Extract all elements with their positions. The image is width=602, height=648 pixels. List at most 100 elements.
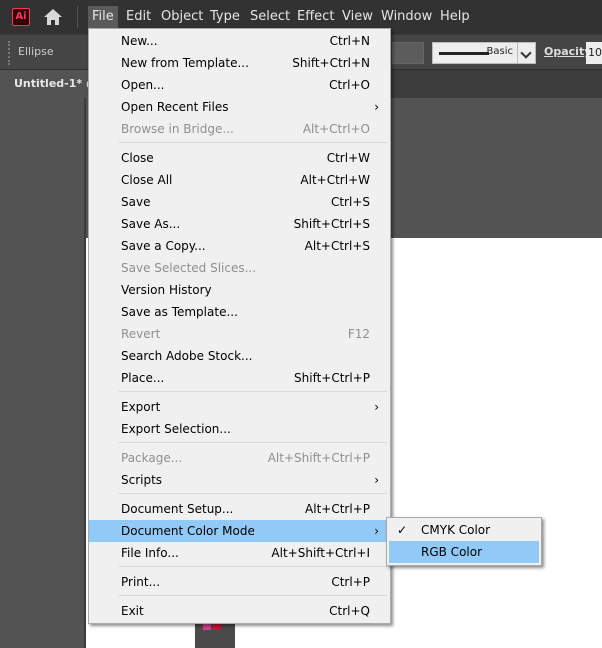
menu-item-shortcut: F12 (347, 327, 370, 341)
menu-item-close-all[interactable]: Close All Alt+Ctrl+W (89, 169, 390, 191)
menu-item-label: File Info... (121, 546, 179, 560)
menu-item-search-adobe-stock[interactable]: Search Adobe Stock... (89, 345, 390, 367)
menu-item-shortcut: Alt+Ctrl+P (305, 502, 370, 516)
menu-item-label: Version History (121, 283, 212, 297)
menu-item-label: Save As... (121, 217, 181, 231)
menu-item-browse-in-bridge[interactable]: Browse in Bridge... Alt+Ctrl+O (89, 118, 390, 140)
file-menu-dropdown: New... Ctrl+N New from Template... Shift+Ct… (88, 28, 391, 624)
menu-select[interactable]: Select (246, 6, 294, 28)
menu-item-open-recent-files[interactable]: Open Recent Files › (89, 96, 390, 118)
menu-item-shortcut: Alt+Shift+Ctrl+P (267, 451, 370, 465)
menu-item-save-as[interactable]: Save As... Shift+Ctrl+S (89, 213, 390, 235)
menu-item-file-info[interactable]: File Info... Alt+Shift+Ctrl+I (89, 542, 390, 564)
menubar-divider (77, 6, 78, 28)
color-mode-submenu: ✓ CMYK Color RGB Color (386, 517, 542, 566)
menu-item-shortcut: Alt+Ctrl+O (302, 122, 370, 136)
menu-object[interactable]: Object (157, 6, 207, 28)
menu-item-new-from-template[interactable]: New from Template... Shift+Ctrl+N (89, 52, 390, 74)
menu-item-export-selection[interactable]: Export Selection... (89, 418, 390, 440)
menu-item-shortcut: Shift+Ctrl+N (292, 56, 370, 70)
menu-item-label: Document Setup... (121, 502, 234, 516)
menu-window[interactable]: Window (377, 6, 436, 28)
menu-separator (119, 566, 387, 567)
menu-item-shortcut: Ctrl+O (329, 78, 370, 92)
menu-item-label: Open... (121, 78, 165, 92)
menu-item-label: Save as Template... (121, 305, 238, 319)
menu-item-label: Document Color Mode (121, 524, 255, 538)
menu-item-label: Package... (121, 451, 183, 465)
menu-separator (119, 442, 387, 443)
menu-item-export[interactable]: Export › (89, 396, 390, 418)
menu-item-label: Exit (121, 604, 144, 618)
menu-item-label: Save (121, 195, 151, 209)
menu-item-label: Export (121, 400, 161, 414)
menu-item-open[interactable]: Open... Ctrl+O (89, 74, 390, 96)
menu-item-shortcut: Alt+Ctrl+W (300, 173, 370, 187)
menu-item-close[interactable]: Close Ctrl+W (89, 147, 390, 169)
menu-effect[interactable]: Effect (293, 6, 338, 28)
menu-edit[interactable]: Edit (122, 6, 155, 28)
menu-item-label: Close All (121, 173, 173, 187)
chevron-right-icon: › (374, 100, 379, 114)
menu-item-label: Scripts (121, 473, 163, 487)
menu-item-shortcut: Ctrl+W (326, 151, 370, 165)
menu-item-scripts[interactable]: Scripts › (89, 469, 390, 491)
menu-separator (119, 391, 387, 392)
menu-item-shortcut: Shift+Ctrl+S (293, 217, 370, 231)
menu-item-label: Place... (121, 371, 165, 385)
toolbar-fragment (195, 620, 235, 648)
submenu-item-label: RGB Color (421, 545, 483, 559)
menu-item-label: New from Template... (121, 56, 249, 70)
stroke-style-select[interactable]: Basic (432, 42, 518, 64)
menu-item-shortcut: Ctrl+S (330, 195, 370, 209)
menu-item-package[interactable]: Package... Alt+Shift+Ctrl+P (89, 447, 390, 469)
panel-grip-icon[interactable] (8, 41, 13, 65)
menu-view[interactable]: View (338, 6, 377, 28)
menu-item-place[interactable]: Place... Shift+Ctrl+P (89, 367, 390, 389)
chevron-right-icon: › (374, 524, 379, 538)
menu-item-print[interactable]: Print... Ctrl+P (89, 571, 390, 593)
home-icon[interactable] (43, 8, 63, 26)
menu-item-shortcut: Ctrl+Q (329, 604, 370, 618)
menu-item-new[interactable]: New... Ctrl+N (89, 30, 390, 52)
menu-help[interactable]: Help (436, 6, 474, 28)
menu-item-shortcut: Ctrl+N (329, 34, 370, 48)
menu-item-revert[interactable]: Revert F12 (89, 323, 390, 345)
opacity-input[interactable]: 100 (586, 42, 602, 64)
menu-type[interactable]: Type (206, 6, 244, 28)
menu-item-document-setup[interactable]: Document Setup... Alt+Ctrl+P (89, 498, 390, 520)
menu-item-exit[interactable]: Exit Ctrl+Q (89, 600, 390, 622)
menu-item-label: Export Selection... (121, 422, 231, 436)
submenu-item-label: CMYK Color (421, 523, 491, 537)
menu-item-version-history[interactable]: Version History (89, 279, 390, 301)
stroke-style-label: Basic (486, 46, 513, 57)
illustrator-logo-icon: Ai (12, 8, 30, 26)
menu-item-document-color-mode[interactable]: Document Color Mode › (89, 520, 390, 542)
menu-item-label: Search Adobe Stock... (121, 349, 253, 363)
menu-item-label: Print... (121, 575, 161, 589)
submenu-item-rgb[interactable]: RGB Color (389, 541, 539, 563)
menu-item-shortcut: Alt+Shift+Ctrl+I (271, 546, 370, 560)
menu-file[interactable]: File (88, 6, 118, 28)
stroke-weight-field[interactable] (392, 42, 424, 64)
menu-item-save[interactable]: Save Ctrl+S (89, 191, 390, 213)
menu-item-save-as-template[interactable]: Save as Template... (89, 301, 390, 323)
menu-item-save-selected-slices[interactable]: Save Selected Slices... (89, 257, 390, 279)
menu-item-label: Open Recent Files (121, 100, 229, 114)
menu-item-label: New... (121, 34, 158, 48)
menu-item-label: Save a Copy... (121, 239, 206, 253)
menu-item-shortcut: Ctrl+P (331, 575, 370, 589)
checkmark-icon: ✓ (397, 523, 408, 537)
menu-item-save-a-copy[interactable]: Save a Copy... Alt+Ctrl+S (89, 235, 390, 257)
menu-separator (119, 595, 387, 596)
current-tool-label: Ellipse (18, 45, 54, 58)
menu-item-label: Save Selected Slices... (121, 261, 257, 275)
submenu-item-cmyk[interactable]: ✓ CMYK Color (389, 519, 539, 541)
chevron-down-icon[interactable] (518, 42, 536, 64)
menu-item-shortcut: Shift+Ctrl+P (294, 371, 370, 385)
menu-item-shortcut: Alt+Ctrl+S (304, 239, 370, 253)
stroke-line-preview (439, 52, 489, 55)
menu-item-label: Close (121, 151, 154, 165)
menu-item-label: Revert (121, 327, 161, 341)
chevron-right-icon: › (374, 400, 379, 414)
